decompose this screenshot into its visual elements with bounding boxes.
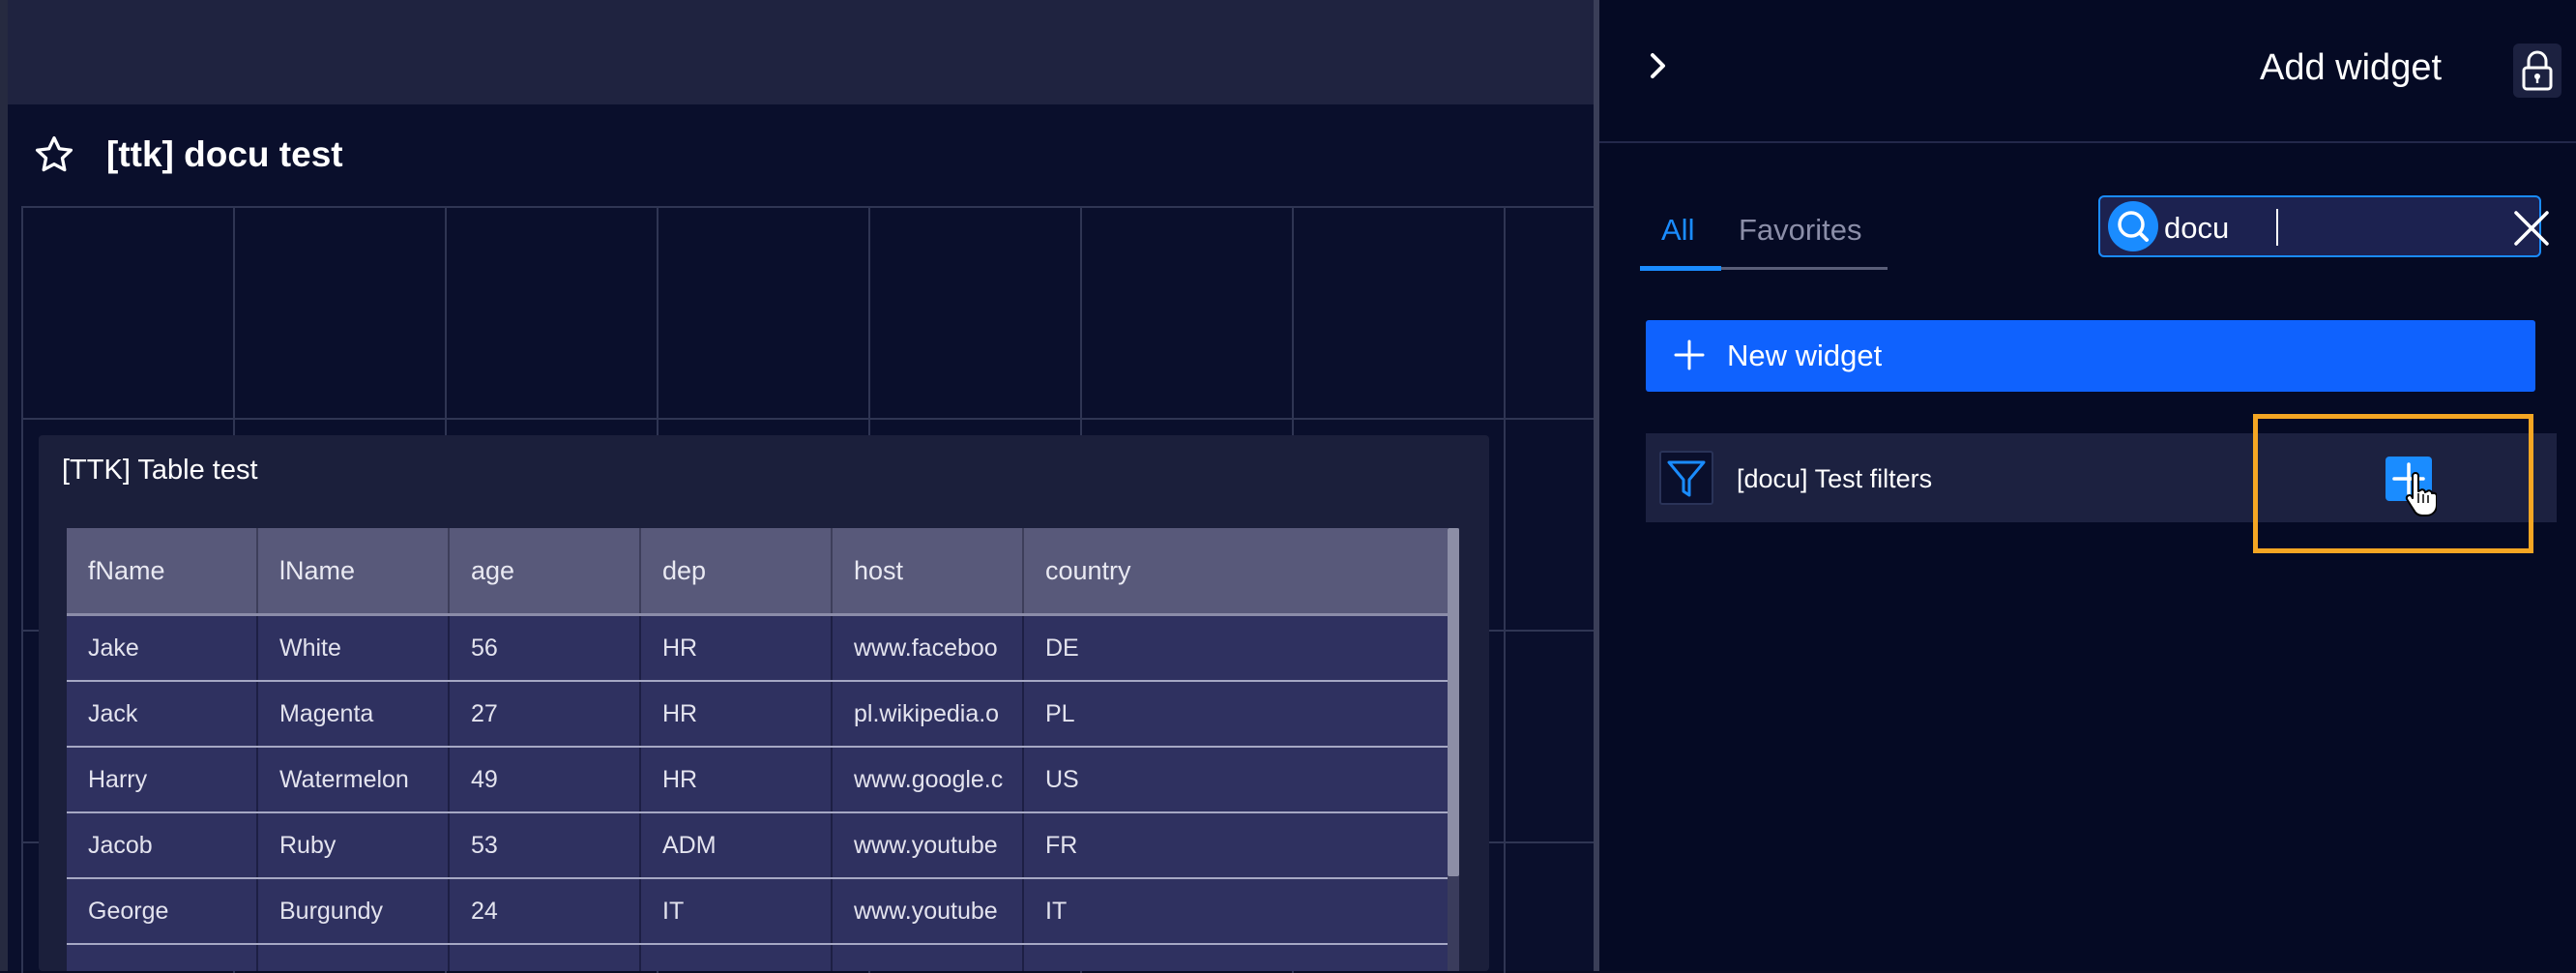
tab-all[interactable]: All	[1661, 211, 1694, 250]
dashboard-title: [ttk] docu test	[106, 134, 343, 174]
table-row[interactable]: Jack Magenta 27 HR pl.wikipedia.o PL	[67, 682, 1448, 748]
table-cell: Magenta	[258, 682, 450, 746]
lock-icon[interactable]	[2512, 43, 2562, 99]
table-cell	[1024, 945, 1448, 971]
table-cell	[450, 945, 641, 971]
top-bar	[8, 0, 1594, 104]
hand-cursor-icon	[2405, 472, 2437, 516]
panel-title: Add widget	[2260, 47, 2443, 88]
table-cell: HR	[641, 748, 833, 811]
table-cell: White	[258, 616, 450, 680]
column-header[interactable]: lName	[258, 528, 450, 613]
table-cell: Burgundy	[258, 879, 450, 943]
table-cell: www.google.c	[833, 748, 1024, 811]
table-row[interactable]: George Burgundy 24 IT www.youtube IT	[67, 879, 1448, 945]
table-cell: FR	[1045, 832, 1078, 859]
table-cell: IT	[641, 879, 833, 943]
widget-result-label: [docu] Test filters	[1737, 464, 1933, 493]
table-cell: Jack	[67, 682, 258, 746]
table-row[interactable]	[67, 945, 1448, 971]
table-header: fName lName age dep host country	[67, 528, 1448, 616]
table-cell: 56	[450, 616, 641, 680]
table-cell: www.youtube	[833, 813, 1024, 877]
filter-icon	[1659, 451, 1713, 505]
table-cell: Ruby	[258, 813, 450, 877]
table-cell: 24	[450, 879, 641, 943]
table-row[interactable]: Jake White 56 HR www.faceboo DE	[67, 616, 1448, 682]
table-cell: US	[1045, 766, 1079, 793]
table-cell: Jacob	[67, 813, 258, 877]
column-header[interactable]: fName	[67, 528, 258, 613]
table-cell	[67, 945, 258, 971]
table-cell: IT	[1045, 898, 1068, 925]
column-header[interactable]: host	[833, 528, 1024, 613]
table-cell: ADM	[641, 813, 833, 877]
table-cell: 27	[450, 682, 641, 746]
table-row[interactable]: Harry Watermelon 49 HR www.google.c US	[67, 748, 1448, 813]
tab-favorites[interactable]: Favorites	[1739, 211, 1861, 250]
table-body: Jake White 56 HR www.faceboo DE Jack Mag…	[67, 616, 1448, 971]
tab-active-indicator	[1640, 266, 1721, 271]
new-widget-label: New widget	[1727, 339, 1883, 372]
table-cell: DE	[1045, 634, 1079, 662]
widget-title: [TTK] Table test	[62, 455, 258, 486]
search-input[interactable]	[2164, 207, 2474, 250]
table-cell: George	[67, 879, 258, 943]
chevron-right-icon[interactable]	[1644, 46, 1673, 85]
table-cell	[258, 945, 450, 971]
search-icon[interactable]	[2108, 201, 2158, 251]
table-cell: www.youtube	[833, 879, 1024, 943]
table-cell: PL	[1045, 700, 1075, 727]
table-cell: HR	[641, 682, 833, 746]
panel-header-separator	[1599, 141, 2576, 143]
column-header[interactable]: age	[450, 528, 641, 613]
column-header[interactable]: dep	[641, 528, 833, 613]
table-cell: Harry	[67, 748, 258, 811]
table-cell: 53	[450, 813, 641, 877]
favorite-star-icon[interactable]	[33, 133, 75, 176]
table-cell	[641, 945, 833, 971]
table-cell: pl.wikipedia.o	[833, 682, 1024, 746]
plus-icon	[1674, 339, 1705, 370]
table-cell	[833, 945, 1024, 971]
table-cell: Jake	[67, 616, 258, 680]
table-scrollbar-thumb[interactable]	[1448, 528, 1459, 876]
table-cell: HR	[641, 616, 833, 680]
table-cell: 49	[450, 748, 641, 811]
table-cell: Watermelon	[258, 748, 450, 811]
table-row[interactable]: Jacob Ruby 53 ADM www.youtube FR	[67, 813, 1448, 879]
table-cell: www.faceboo	[833, 616, 1024, 680]
data-table: fName lName age dep host country Jake Wh…	[67, 528, 1459, 971]
column-header[interactable]: country	[1024, 528, 1448, 613]
text-caret	[2276, 209, 2278, 246]
left-edge	[0, 0, 8, 971]
clear-search-icon[interactable]	[2510, 207, 2553, 250]
